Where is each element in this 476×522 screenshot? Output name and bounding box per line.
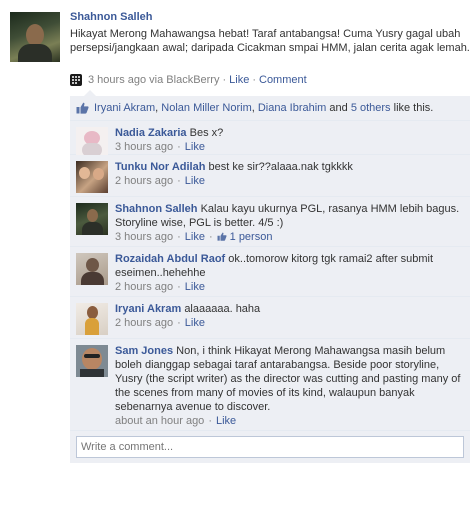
- comment-like-link[interactable]: Like: [185, 317, 205, 329]
- commenter-avatar[interactable]: [76, 203, 108, 235]
- comment-item: Shahnon Salleh Kalau kayu ukurnya PGL, r…: [70, 197, 470, 247]
- others-link[interactable]: 5 others: [351, 102, 391, 114]
- liker-link[interactable]: Iryani Akram: [94, 102, 155, 114]
- post-source[interactable]: via BlackBerry: [149, 74, 219, 86]
- author-name-link[interactable]: Shahnon Salleh: [70, 11, 153, 23]
- commenter-name-link[interactable]: Nadia Zakaria: [115, 127, 187, 139]
- comment-text: alaaaaaa. haha: [184, 303, 261, 315]
- separator-dot: ·: [222, 74, 227, 86]
- comment-text: best ke sir??alaaa.nak tgkkkk: [208, 161, 353, 173]
- comment-timestamp[interactable]: 2 hours ago: [115, 317, 173, 329]
- comment-timestamp[interactable]: about an hour ago: [115, 415, 204, 427]
- feedback-nub: [84, 90, 96, 96]
- post-meta: 3 hours ago via BlackBerry · Like · Comm…: [70, 74, 307, 86]
- comment-item: Nadia Zakaria Bes x? 3 hours ago · Like: [70, 121, 470, 159]
- liker-link[interactable]: Diana Ibrahim: [258, 102, 326, 114]
- comment-composer: [70, 431, 470, 463]
- author-avatar[interactable]: [10, 12, 60, 62]
- comment-timestamp[interactable]: 2 hours ago: [115, 175, 173, 187]
- comment-like-link[interactable]: Like: [185, 175, 205, 187]
- comment-timestamp[interactable]: 2 hours ago: [115, 281, 173, 293]
- thumbs-up-icon: [217, 232, 227, 241]
- comment-like-link[interactable]: Like: [185, 231, 205, 243]
- comment-item: Sam Jones Non, i think Hikayat Merong Ma…: [70, 339, 470, 431]
- commenter-name-link[interactable]: Tunku Nor Adilah: [115, 161, 205, 173]
- post-comment-link[interactable]: Comment: [259, 74, 307, 86]
- write-comment-input[interactable]: [76, 436, 464, 458]
- comment-item: Rozaidah Abdul Raof ok..tomorow kitorg t…: [70, 247, 470, 297]
- thumbs-up-icon: [76, 102, 89, 114]
- commenter-avatar[interactable]: [76, 345, 108, 377]
- comment-likes-count-link[interactable]: 1 person: [230, 231, 273, 243]
- comment-item: Tunku Nor Adilah best ke sir??alaaa.nak …: [70, 155, 470, 197]
- commenter-name-link[interactable]: Iryani Akram: [115, 303, 181, 315]
- comment-like-link[interactable]: Like: [216, 415, 236, 427]
- comment-item: Iryani Akram alaaaaaa. haha 2 hours ago ·…: [70, 297, 470, 339]
- likes-sentence: Iryani Akram, Nolan Miller Norim, Diana …: [70, 96, 470, 121]
- comment-text: Bes x?: [189, 127, 224, 139]
- post-timestamp[interactable]: 3 hours ago: [88, 74, 146, 86]
- commenter-avatar[interactable]: [76, 253, 108, 285]
- commenter-avatar[interactable]: [76, 161, 108, 193]
- commenter-avatar[interactable]: [76, 303, 108, 335]
- avatar-face: [26, 24, 44, 46]
- separator-dot: ·: [252, 74, 256, 86]
- liker-link[interactable]: Nolan Miller Norim: [161, 102, 251, 114]
- avatar-body: [18, 44, 52, 62]
- feed-story: Shahnon Salleh Hikayat Merong Mahawangsa…: [0, 0, 476, 522]
- commenter-name-link[interactable]: Rozaidah Abdul Raof: [115, 253, 225, 265]
- commenter-name-link[interactable]: Sam Jones: [115, 345, 173, 357]
- feedback-panel: Iryani Akram, Nolan Miller Norim, Diana …: [70, 90, 470, 463]
- comment-like-link[interactable]: Like: [185, 141, 205, 153]
- post-message: Hikayat Merong Mahawangsa hebat! Taraf a…: [70, 28, 470, 54]
- post-like-link[interactable]: Like: [229, 74, 249, 86]
- comment-timestamp[interactable]: 3 hours ago: [115, 141, 173, 153]
- blackberry-icon: [70, 74, 82, 86]
- commenter-name-link[interactable]: Shahnon Salleh: [115, 203, 198, 215]
- comment-timestamp[interactable]: 3 hours ago: [115, 231, 173, 243]
- comment-like-link[interactable]: Like: [185, 281, 205, 293]
